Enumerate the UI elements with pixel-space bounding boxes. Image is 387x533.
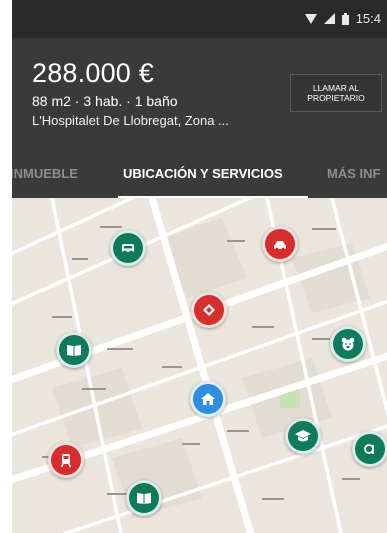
tab-more-info[interactable]: MÁS INF [327, 166, 380, 181]
library-pin[interactable] [56, 332, 92, 368]
wifi-icon [304, 13, 317, 24]
school-pin[interactable] [352, 431, 387, 467]
status-time: 15:4 [355, 11, 381, 26]
tab-property[interactable]: INMUEBLE [12, 166, 78, 181]
book-icon [137, 493, 151, 504]
property-pin[interactable] [190, 381, 226, 417]
university-pin[interactable] [285, 418, 321, 454]
listing-price: 288.000 € [32, 58, 154, 88]
tab-bar: INMUEBLE UBICACIÓN Y SERVICIOS MÁS INF [12, 146, 387, 198]
bus-stop-pin[interactable] [110, 230, 146, 266]
taxi-pin[interactable] [262, 226, 298, 262]
tab-location-services[interactable]: UBICACIÓN Y SERVICIOS [123, 166, 283, 181]
metro-icon [203, 304, 215, 316]
listing-summary: 88 m2 · 3 hab. · 1 baño [32, 93, 178, 109]
listing-address: L'Hospitalet De Llobregat, Zona ... [32, 113, 229, 128]
status-icons: 15:4 [304, 11, 381, 26]
app-screen: 15:4 288.000 € 88 m2 · 3 hab. · 1 baño L… [12, 0, 387, 533]
book-icon [67, 345, 81, 356]
listing-header: 288.000 € 88 m2 · 3 hab. · 1 baño L'Hosp… [12, 38, 387, 146]
letter-a-icon [364, 444, 374, 454]
library-pin-2[interactable] [126, 480, 162, 516]
train-pin[interactable] [48, 442, 84, 478]
call-owner-button[interactable]: LLAMAR AL PROPIETARIO [290, 74, 382, 112]
train-icon [60, 454, 72, 468]
status-bar: 15:4 [12, 0, 387, 38]
graduation-cap-icon [295, 430, 311, 442]
map-view[interactable] [12, 198, 387, 533]
metro-pin[interactable] [191, 292, 227, 328]
taxi-icon [274, 241, 286, 251]
nursery-pin[interactable] [330, 326, 366, 362]
home-icon [201, 393, 215, 405]
bear-icon [341, 337, 355, 351]
signal-icon [323, 13, 335, 24]
bus-icon [122, 244, 134, 254]
battery-icon [341, 12, 349, 25]
